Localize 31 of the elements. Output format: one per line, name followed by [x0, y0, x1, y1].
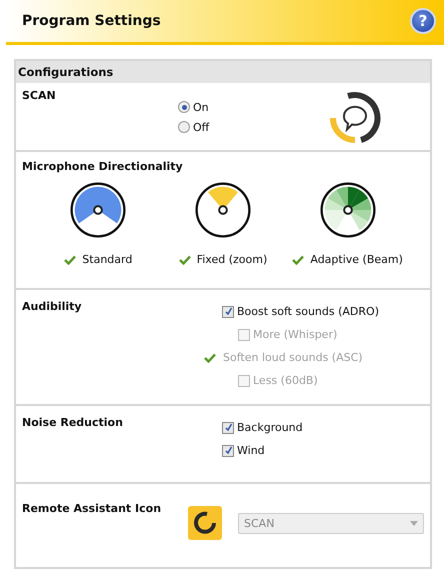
checkmark-icon: [178, 254, 191, 264]
checkbox[interactable]: [222, 444, 234, 456]
checkbox-label: Background: [237, 421, 303, 434]
radio-label: Off: [193, 120, 210, 134]
checkbox[interactable]: [222, 306, 234, 318]
checkmark-icon: [292, 254, 304, 264]
help-button[interactable]: ?: [410, 8, 436, 34]
speech-bubble-ring-icon: [328, 91, 382, 145]
mode-label: Adaptive (Beam): [310, 253, 403, 266]
section-label: Noise Reduction: [22, 416, 123, 429]
mode-label: Fixed (zoom): [196, 253, 268, 266]
checkbox-label: Wind: [237, 444, 265, 457]
section-label: Audibility: [22, 300, 82, 313]
checkbox-label: More (Whisper): [253, 328, 338, 341]
app-icon: [188, 506, 222, 540]
radio-button[interactable]: [178, 121, 190, 133]
radio-button[interactable]: [178, 101, 190, 113]
mode-label: Standard: [82, 253, 132, 266]
checkbox[interactable]: [222, 422, 234, 434]
checkmark-icon: [204, 352, 216, 362]
page-title: Program Settings: [22, 13, 161, 29]
option-label: Soften loud sounds (ASC): [223, 351, 363, 364]
section-label: SCAN: [22, 89, 56, 102]
checkmark-icon: [64, 254, 76, 264]
checkbox-label: Boost soft sounds (ADRO): [237, 305, 379, 318]
checkbox-label: Less (60dB): [253, 374, 318, 387]
panel-title: Configurations: [16, 61, 430, 83]
section-label: Microphone Directionality: [22, 160, 183, 173]
caret-icon: [410, 520, 418, 526]
section-label: Remote Assistant Icon: [22, 502, 162, 515]
radio-label: On: [193, 100, 209, 114]
